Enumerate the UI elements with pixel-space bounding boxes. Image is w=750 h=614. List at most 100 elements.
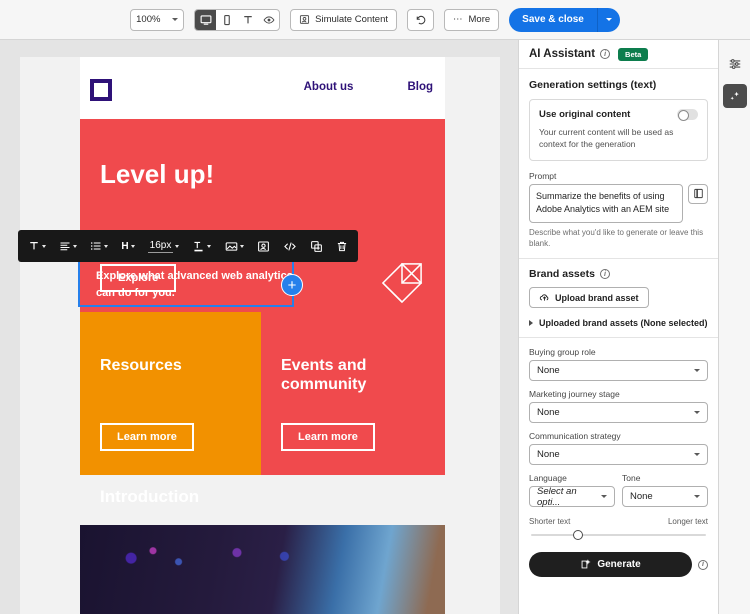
buying-group-role-select[interactable]: None xyxy=(529,360,708,381)
selected-block-text[interactable]: Explore what advanced web analytics can … xyxy=(96,268,296,301)
tile-events-button-label: Learn more xyxy=(298,431,358,443)
length-slider-track[interactable] xyxy=(531,530,706,540)
chevron-down-icon xyxy=(130,244,135,248)
tone-select[interactable]: None xyxy=(622,486,708,507)
marketing-journey-stage-label: Marketing journey stage xyxy=(529,389,620,399)
use-original-content-label: Use original content xyxy=(539,109,631,120)
use-original-content-toggle[interactable] xyxy=(677,109,698,121)
tone-field: Tone None xyxy=(622,473,708,515)
tile-resources: Resources Learn more xyxy=(80,312,261,475)
bullet-list-icon xyxy=(91,242,101,250)
more-button[interactable]: ⋯ More xyxy=(444,8,500,31)
save-dropdown-button[interactable] xyxy=(597,7,620,32)
ai-panel-header: AI Assistant i Beta xyxy=(519,40,718,69)
insert-component-button[interactable] xyxy=(253,237,274,256)
generation-settings-title: Generation settings (text) xyxy=(529,79,657,91)
heading-label: H xyxy=(121,240,129,252)
communication-strategy-select[interactable]: None xyxy=(529,444,708,465)
tile-resources-button[interactable]: Learn more xyxy=(100,423,194,451)
selected-text-block[interactable]: Text Explore what advanced web analytics… xyxy=(78,248,303,307)
delete-button[interactable] xyxy=(332,237,352,256)
info-icon[interactable]: i xyxy=(599,269,610,279)
communication-strategy-value: None xyxy=(537,449,560,460)
right-rail xyxy=(718,40,750,614)
tile-resources-button-label: Learn more xyxy=(117,431,177,443)
save-label: Save & close xyxy=(522,14,584,25)
tile-events-button[interactable]: Learn more xyxy=(281,423,375,451)
text-color-dropdown[interactable] xyxy=(188,237,215,256)
prompt-template-button[interactable] xyxy=(688,183,708,204)
source-code-button[interactable] xyxy=(279,237,301,256)
plus-icon: + xyxy=(287,276,297,294)
language-tone-row: Language Select an opti... Tone None xyxy=(529,473,708,515)
save-and-close-group: Save & close xyxy=(509,7,620,32)
text-color-icon xyxy=(194,241,204,251)
mobile-view-button[interactable] xyxy=(216,10,237,30)
prompt-input[interactable]: Summarize the benefits of using Adobe An… xyxy=(529,183,683,223)
buying-group-role-value: None xyxy=(537,365,560,376)
insert-component-icon xyxy=(257,241,269,251)
use-original-content-card: Use original content Your current conten… xyxy=(529,99,708,161)
duplicate-button[interactable] xyxy=(306,237,327,256)
panel-divider xyxy=(519,337,718,338)
beta-badge: Beta xyxy=(618,47,649,61)
brand-assets-heading-row: Brand assets i xyxy=(529,268,708,280)
tile-resources-heading: Resources xyxy=(100,357,182,374)
geometric-logo-icon xyxy=(381,262,423,304)
shorter-text-label: Shorter text xyxy=(529,517,571,526)
zoom-select[interactable]: 100% xyxy=(130,8,185,31)
marketing-journey-stage-select[interactable]: None xyxy=(529,402,708,423)
upload-brand-asset-button[interactable]: Upload brand asset xyxy=(529,287,649,308)
preview-eye-button[interactable] xyxy=(258,10,279,30)
info-icon[interactable]: i xyxy=(600,49,611,59)
tile-events: Events and community Learn more xyxy=(261,312,445,475)
site-header: About us Blog xyxy=(80,57,445,119)
uploaded-brand-assets-accordion[interactable]: Uploaded brand assets (None selected) xyxy=(529,318,708,328)
undo-icon xyxy=(416,15,426,25)
tile-events-heading: Events and community xyxy=(281,357,367,394)
tone-label: Tone xyxy=(622,473,641,483)
generate-label: Generate xyxy=(597,559,641,570)
chevron-down-icon xyxy=(172,18,179,21)
hero-heading: Level up! xyxy=(100,159,215,189)
ai-assistant-rail-button[interactable] xyxy=(722,84,747,108)
properties-rail-button[interactable] xyxy=(723,52,747,76)
prompt-hint: Describe what you'd like to generate or … xyxy=(529,227,704,248)
chevron-down-icon xyxy=(694,453,700,456)
page-preview: About us Blog Level up! Explore Resource… xyxy=(20,57,500,614)
ai-sparkle-icon xyxy=(730,91,739,100)
introduction-photo xyxy=(80,525,445,614)
prompt-template-icon xyxy=(693,189,703,199)
font-size-dropdown[interactable]: 16px xyxy=(144,237,184,256)
simulate-content-button[interactable]: Simulate Content xyxy=(290,8,397,31)
nav-item-about-us[interactable]: About us xyxy=(304,81,354,93)
undo-button[interactable] xyxy=(407,8,434,31)
ai-panel-body: Generation settings (text) Use original … xyxy=(519,69,718,587)
text-style-dropdown[interactable] xyxy=(24,237,50,255)
length-slider-knob[interactable] xyxy=(573,530,583,540)
save-and-close-button[interactable]: Save & close xyxy=(509,7,598,32)
image-dropdown[interactable] xyxy=(221,237,248,256)
nav-item-blog[interactable]: Blog xyxy=(407,81,433,93)
generate-row: Generate i xyxy=(529,552,708,577)
desktop-view-button[interactable] xyxy=(195,9,217,30)
top-toolbar: 100% Simulate Content ⋯ More Save & clos… xyxy=(0,0,750,40)
generate-button[interactable]: Generate xyxy=(529,552,692,577)
more-label: More xyxy=(468,14,491,25)
heading-dropdown[interactable]: H xyxy=(117,238,138,255)
site-logo-icon xyxy=(90,79,112,101)
chevron-down-icon xyxy=(175,244,180,248)
language-select[interactable]: Select an opti... xyxy=(529,486,615,508)
align-dropdown[interactable] xyxy=(55,237,81,255)
chevron-down-icon xyxy=(694,495,700,498)
longer-text-label: Longer text xyxy=(667,517,708,526)
generate-info-icon[interactable]: i xyxy=(698,559,708,570)
list-dropdown[interactable] xyxy=(86,237,112,255)
text-view-button[interactable] xyxy=(237,10,258,30)
page-canvas[interactable]: About us Blog Level up! Explore Resource… xyxy=(0,40,518,614)
image-icon xyxy=(225,241,237,251)
add-component-button[interactable]: + xyxy=(281,274,303,296)
font-size-value: 16px xyxy=(147,239,174,253)
trash-icon xyxy=(337,241,347,251)
prompt-label: Prompt xyxy=(529,170,557,181)
